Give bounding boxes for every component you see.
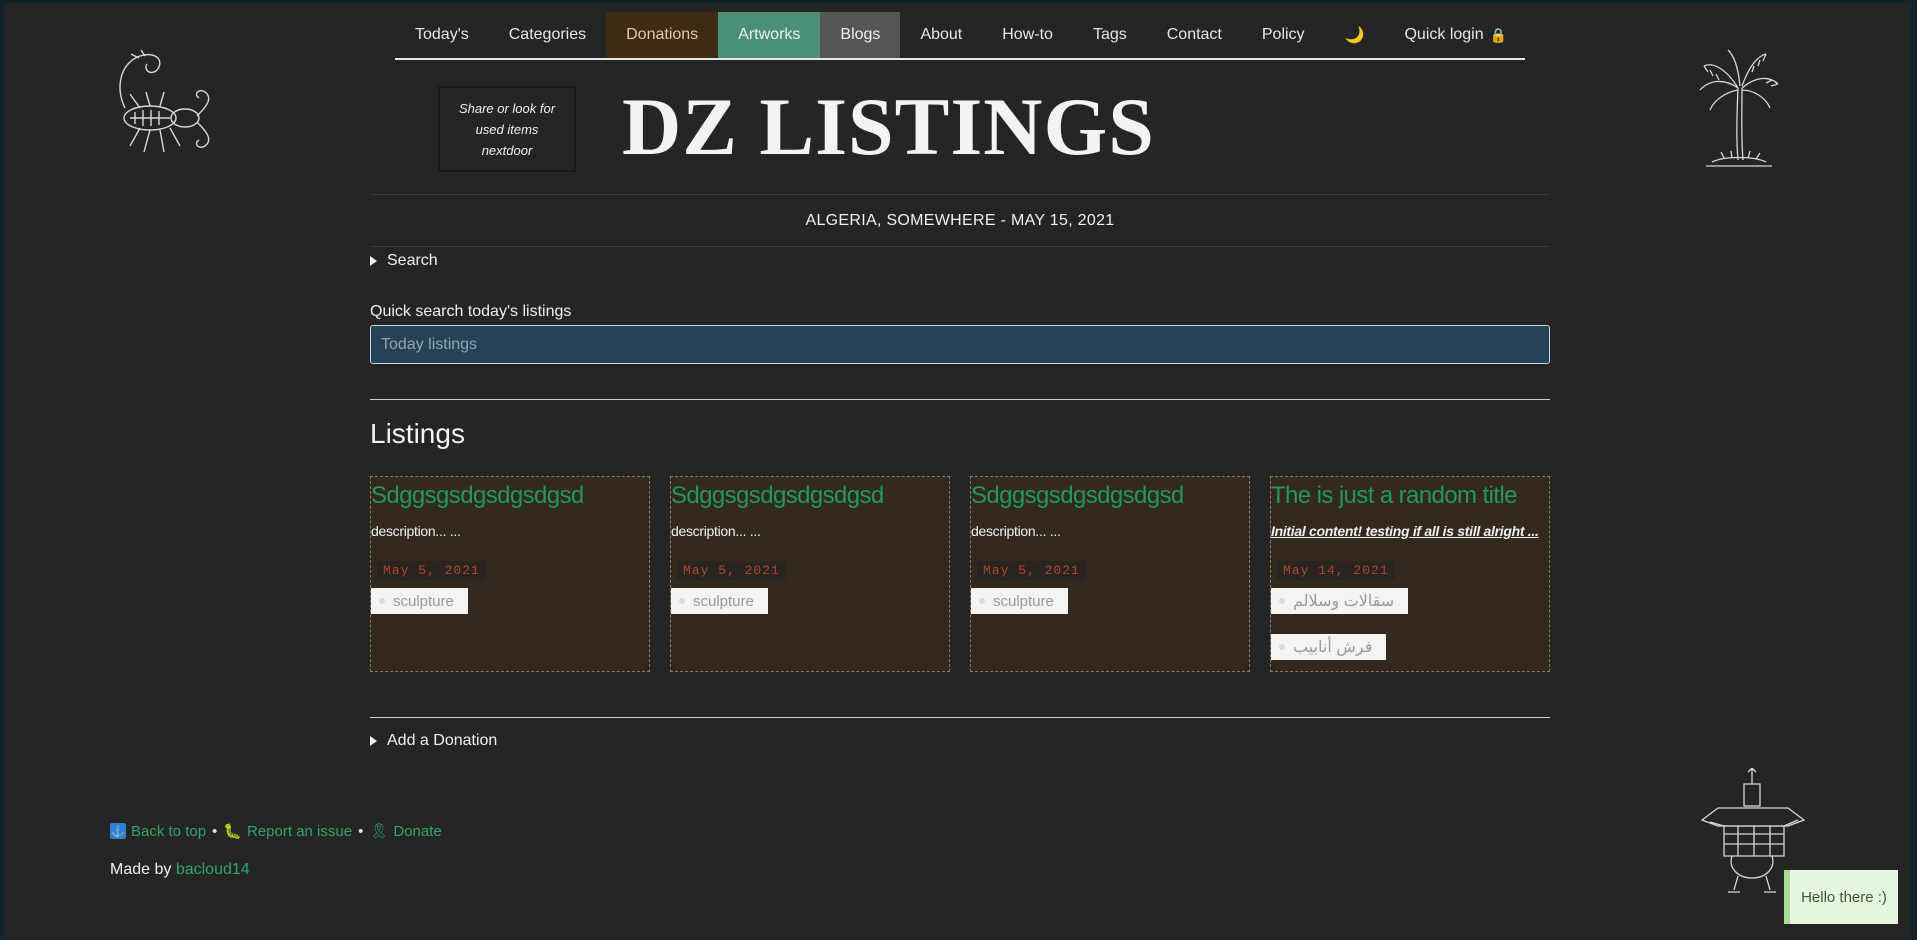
tag-label: sculpture [993,592,1054,610]
back-to-top-link[interactable]: Back to top [131,823,206,840]
listing-title[interactable]: Sdggsgsdgsdgsdgsd [371,481,649,511]
tag-icon [1279,644,1285,650]
theme-toggle[interactable]: 🌙 [1325,12,1385,58]
nav-donations[interactable]: Donations [606,12,719,58]
tag-chip[interactable]: سقالات وسلالم [1271,588,1409,614]
tag-chip[interactable]: sculpture [371,588,468,614]
tag-label: sculpture [693,592,754,610]
add-donation-toggle[interactable]: Add a Donation [370,732,497,750]
nav-contact[interactable]: Contact [1147,12,1242,58]
main-nav: Today's Categories Donations Artworks Bl… [395,12,1525,60]
nav-about[interactable]: About [900,12,982,58]
divider [370,717,1550,718]
listing-title[interactable]: The is just a random title [1271,481,1549,511]
add-donation-label: Add a Donation [387,732,498,749]
nav-policy[interactable]: Policy [1242,12,1325,58]
divider [370,246,1550,247]
tag-chip[interactable]: sculpture [671,588,768,614]
tag-icon [679,598,685,604]
tag-icon [379,598,385,604]
made-by-label: Made by [110,861,172,878]
nav-blogs[interactable]: Blogs [820,12,901,58]
quick-login-button[interactable]: Quick login 🔒 [1384,12,1527,58]
tag-chip[interactable]: فرش أنابيب [1271,634,1387,660]
listing-title[interactable]: Sdggsgsdgsdgsdgsd [971,481,1249,511]
site-title: DZ LISTINGS [622,81,1155,172]
bullet-separator: • [358,822,364,840]
listing-card[interactable]: Sdggsgsdgsdgsdgsd description... ... May… [670,476,950,672]
quick-login-label: Quick login [1404,26,1484,43]
quick-search-input[interactable] [370,325,1550,364]
tag-icon [979,598,985,604]
hello-toast[interactable]: Hello there :) [1784,870,1898,924]
divider [370,399,1550,400]
tag-label: سقالات وسلالم [1293,593,1395,610]
nav-artworks[interactable]: Artworks [718,12,821,58]
dateline: ALGERIA, SOMEWHERE - MAY 15, 2021 [805,212,1115,229]
toast-message: Hello there :) [1801,888,1887,906]
quick-search-label: Quick search today's listings [370,303,572,320]
bug-icon: 🐛 [223,823,242,840]
listing-description: Initial content! testing if all is still… [1271,523,1539,539]
listing-description: description... ... [971,523,1061,539]
listing-card[interactable]: Sdggsgsdgsdgsdgsd description... ... May… [970,476,1250,672]
disclosure-triangle-icon [370,256,377,266]
palm-tree-drawing [1694,48,1784,170]
footer-links: ⚓ Back to top • 🐛 Report an issue • 🎗 Do… [110,822,442,840]
listing-date: May 14, 2021 [1277,561,1395,580]
listing-card[interactable]: Sdggsgsdgsdgsdgsd description... ... May… [370,476,650,672]
search-toggle[interactable]: Search [370,252,438,270]
lock-icon: 🔒 [1489,26,1508,43]
listing-title[interactable]: Sdggsgsdgsdgsdgsd [671,481,949,511]
anchor-icon: ⚓ [110,823,126,839]
divider [370,194,1550,195]
tag-chip[interactable]: sculpture [971,588,1068,614]
bullet-separator: • [212,822,218,840]
listing-date: May 5, 2021 [977,561,1086,580]
listing-description: description... ... [371,523,461,539]
nav-todays[interactable]: Today's [395,12,489,58]
tagline-box: Share or look for used items nextdoor [438,86,576,172]
listing-card[interactable]: The is just a random title Initial conte… [1270,476,1550,672]
scorpion-drawing [95,48,225,166]
tag-icon [1279,598,1285,604]
tag-label: فرش أنابيب [1293,639,1373,656]
listings-heading: Listings [370,418,465,449]
donate-link[interactable]: Donate [393,823,441,840]
nav-tags[interactable]: Tags [1073,12,1147,58]
tag-label: sculpture [393,592,454,610]
listing-date: May 5, 2021 [677,561,786,580]
nav-how-to[interactable]: How-to [982,12,1073,58]
listing-description: description... ... [671,523,761,539]
search-toggle-label: Search [387,252,438,269]
made-by: Made by bacloud14 [110,861,250,879]
author-link[interactable]: bacloud14 [176,861,250,878]
report-issue-link[interactable]: Report an issue [247,823,352,840]
listing-date: May 5, 2021 [377,561,486,580]
disclosure-triangle-icon [370,736,377,746]
moon-icon: 🌙 [1344,27,1365,44]
nav-categories[interactable]: Categories [489,12,606,58]
tagline: Share or look for used items nextdoor [458,100,556,158]
ribbon-icon: 🎗 [369,823,389,840]
